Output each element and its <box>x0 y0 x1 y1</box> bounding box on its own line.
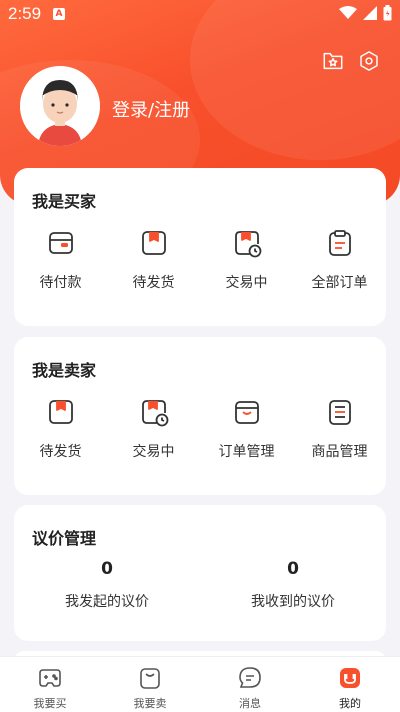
seller-item-label: 订单管理 <box>218 444 275 460</box>
tab-label: 消息 <box>239 697 261 710</box>
bargain-sent[interactable]: 0 我发起的议价 <box>14 559 200 611</box>
gamepad-icon <box>39 669 61 687</box>
profile-icon <box>340 668 360 688</box>
buyer-item-label: 待付款 <box>39 275 82 291</box>
bag-icon <box>140 668 160 689</box>
buyer-item-label: 交易中 <box>225 275 268 291</box>
seller-pending-shipment[interactable]: 待发货 <box>14 397 107 461</box>
buyer-all-orders[interactable]: 全部订单 <box>293 228 386 292</box>
wifi-icon <box>339 6 357 19</box>
tab-buy[interactable]: 我要买 <box>0 657 100 712</box>
package-icon <box>48 400 73 424</box>
buyer-in-transaction[interactable]: 交易中 <box>200 228 293 292</box>
seller-card: 我是卖家 待发货 交易中 订单管理 商品管理 <box>14 337 386 495</box>
tab-sell[interactable]: 我要卖 <box>100 657 200 712</box>
battery-icon <box>383 5 392 21</box>
tab-label: 我要买 <box>33 697 67 710</box>
wallet-icon <box>48 232 73 254</box>
bottom-tab-bar: 我要买 我要卖 消息 我的 <box>0 656 400 712</box>
bargain-title: 议价管理 <box>32 529 97 548</box>
tab-messages[interactable]: 消息 <box>200 657 300 712</box>
login-register-link[interactable]: 登录/注册 <box>112 96 190 122</box>
avatar[interactable] <box>20 66 100 146</box>
box-icon <box>234 401 259 424</box>
buyer-pending-shipment[interactable]: 待发货 <box>107 228 200 292</box>
bargain-sent-label: 我发起的议价 <box>65 594 149 610</box>
header-actions <box>322 50 380 72</box>
tab-label: 我的 <box>339 697 361 710</box>
seller-in-transaction[interactable]: 交易中 <box>107 397 200 461</box>
buyer-item-label: 全部订单 <box>311 275 368 291</box>
package-clock-icon <box>141 400 168 427</box>
seller-order-management[interactable]: 订单管理 <box>200 397 293 461</box>
status-bar: 2:59 A <box>0 0 400 28</box>
status-icons <box>339 5 392 21</box>
bargain-sent-count: 0 <box>101 559 113 579</box>
notification-badge: A <box>53 8 65 20</box>
tab-profile[interactable]: 我的 <box>300 657 400 712</box>
seller-title: 我是卖家 <box>32 361 97 380</box>
chat-icon <box>239 667 261 688</box>
seller-item-label: 待发货 <box>39 444 82 460</box>
star-folder-icon[interactable] <box>322 50 344 72</box>
bargain-received[interactable]: 0 我收到的议价 <box>200 559 386 611</box>
package-clock-icon <box>234 231 261 258</box>
seller-product-management[interactable]: 商品管理 <box>293 397 386 461</box>
seller-item-label: 商品管理 <box>311 444 368 460</box>
buyer-card: 我是买家 待付款 待发货 交易中 全部订单 <box>14 168 386 326</box>
buyer-pending-payment[interactable]: 待付款 <box>14 228 107 292</box>
avatar-illustration <box>20 66 100 146</box>
signal-icon <box>363 6 377 20</box>
list-doc-icon <box>328 400 351 425</box>
settings-icon[interactable] <box>358 50 380 72</box>
buyer-actions: 待付款 待发货 交易中 全部订单 <box>14 228 386 292</box>
seller-item-label: 交易中 <box>132 444 175 460</box>
clipboard-icon <box>328 230 351 256</box>
seller-actions: 待发货 交易中 订单管理 商品管理 <box>14 397 386 461</box>
bargain-received-count: 0 <box>287 559 299 579</box>
package-icon <box>141 231 166 255</box>
bargain-received-label: 我收到的议价 <box>251 594 335 610</box>
bargain-card: 议价管理 0 我发起的议价 0 我收到的议价 <box>14 505 386 641</box>
tab-label: 我要卖 <box>133 697 167 710</box>
status-time: 2:59 <box>8 4 42 23</box>
buyer-item-label: 待发货 <box>132 275 175 291</box>
buyer-title: 我是买家 <box>32 192 97 211</box>
